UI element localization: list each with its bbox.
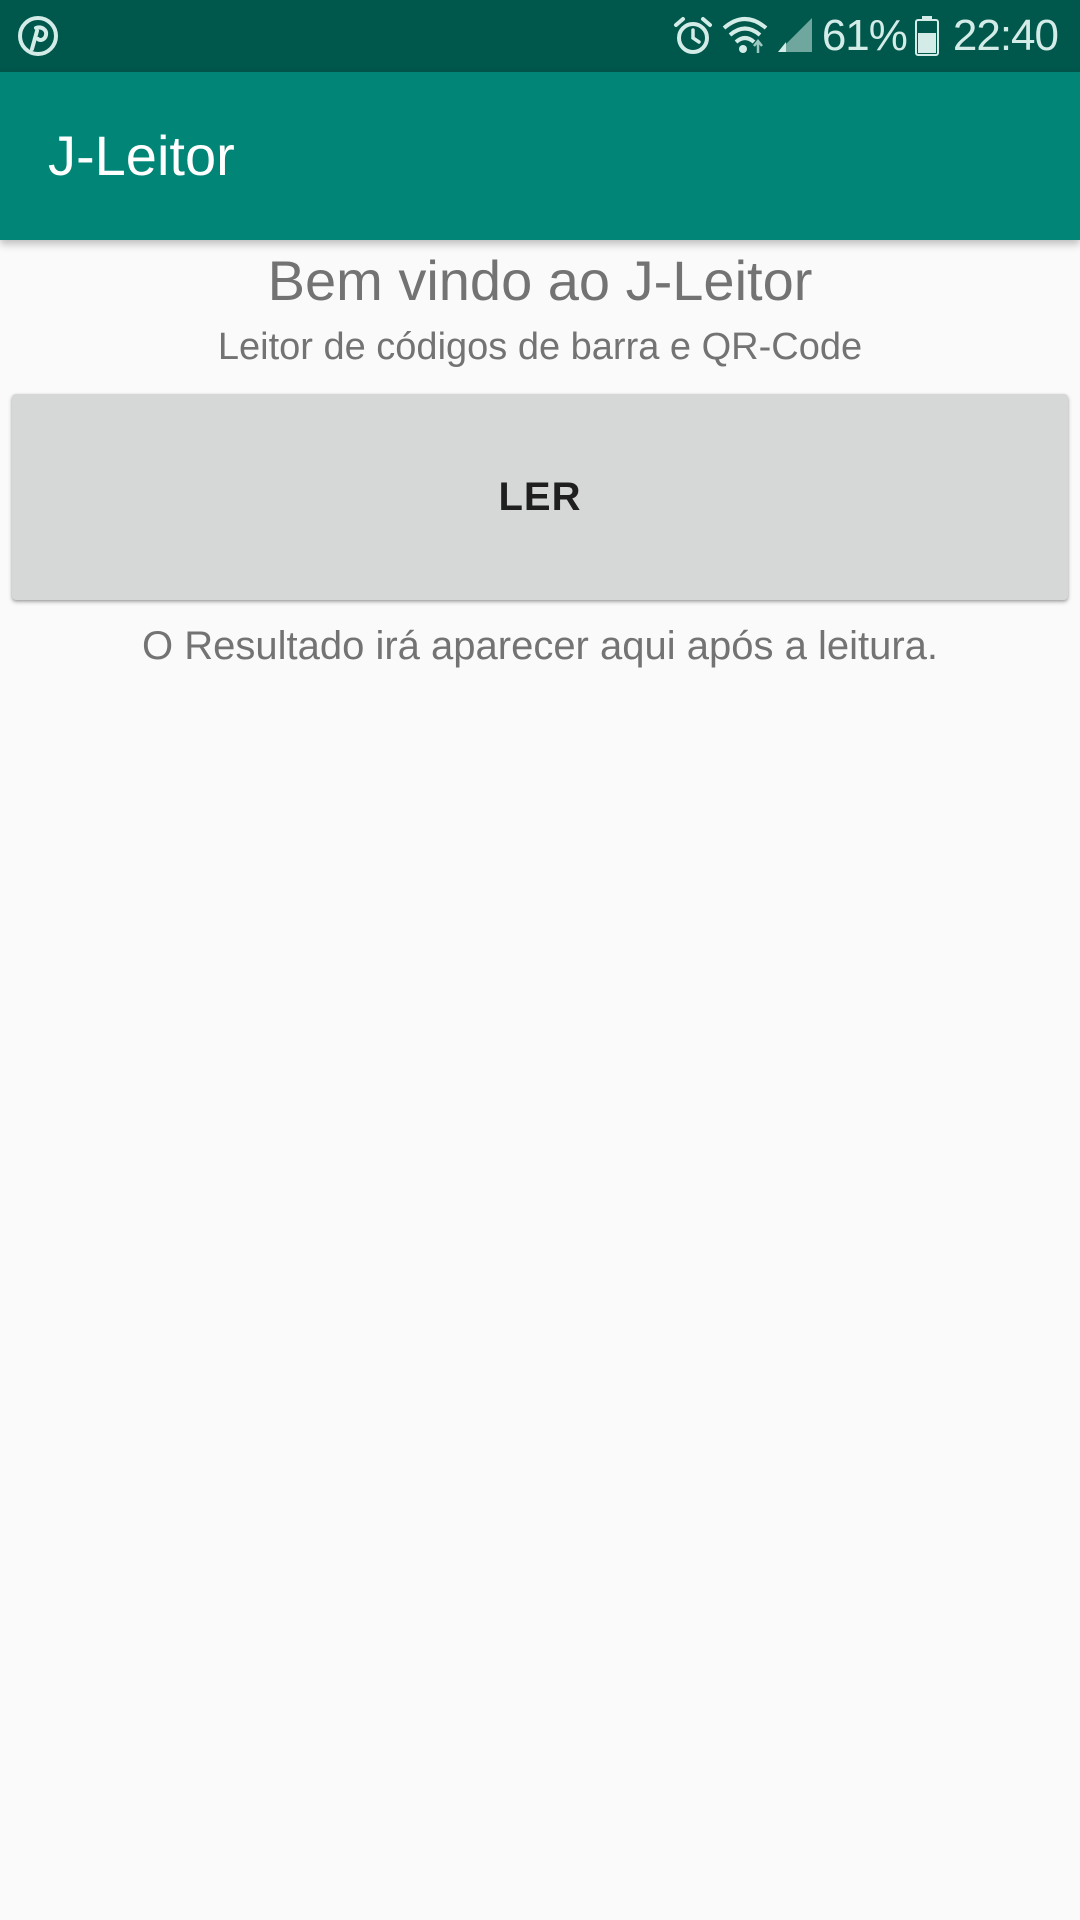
- pinterest-icon: [18, 16, 58, 56]
- alarm-icon: [672, 15, 714, 57]
- app-title: J-Leitor: [48, 124, 235, 187]
- signal-icon: [776, 18, 814, 54]
- battery-icon: [914, 16, 939, 56]
- read-button[interactable]: LER: [12, 394, 1068, 600]
- wifi-icon: [722, 16, 768, 56]
- battery-percent: 61%: [821, 11, 908, 60]
- status-icons: 61% 22:40: [672, 0, 1059, 72]
- clock: 22:40: [952, 11, 1059, 60]
- welcome-title: Bem vindo ao J-Leitor: [267, 249, 813, 312]
- welcome-subtitle: Leitor de códigos de barra e QR-Code: [217, 326, 863, 368]
- app-bar: J-Leitor: [0, 72, 1080, 240]
- status-bar: 61% 22:40: [0, 0, 1080, 72]
- result-text: O Resultado irá aparecer aqui após a lei…: [141, 624, 938, 668]
